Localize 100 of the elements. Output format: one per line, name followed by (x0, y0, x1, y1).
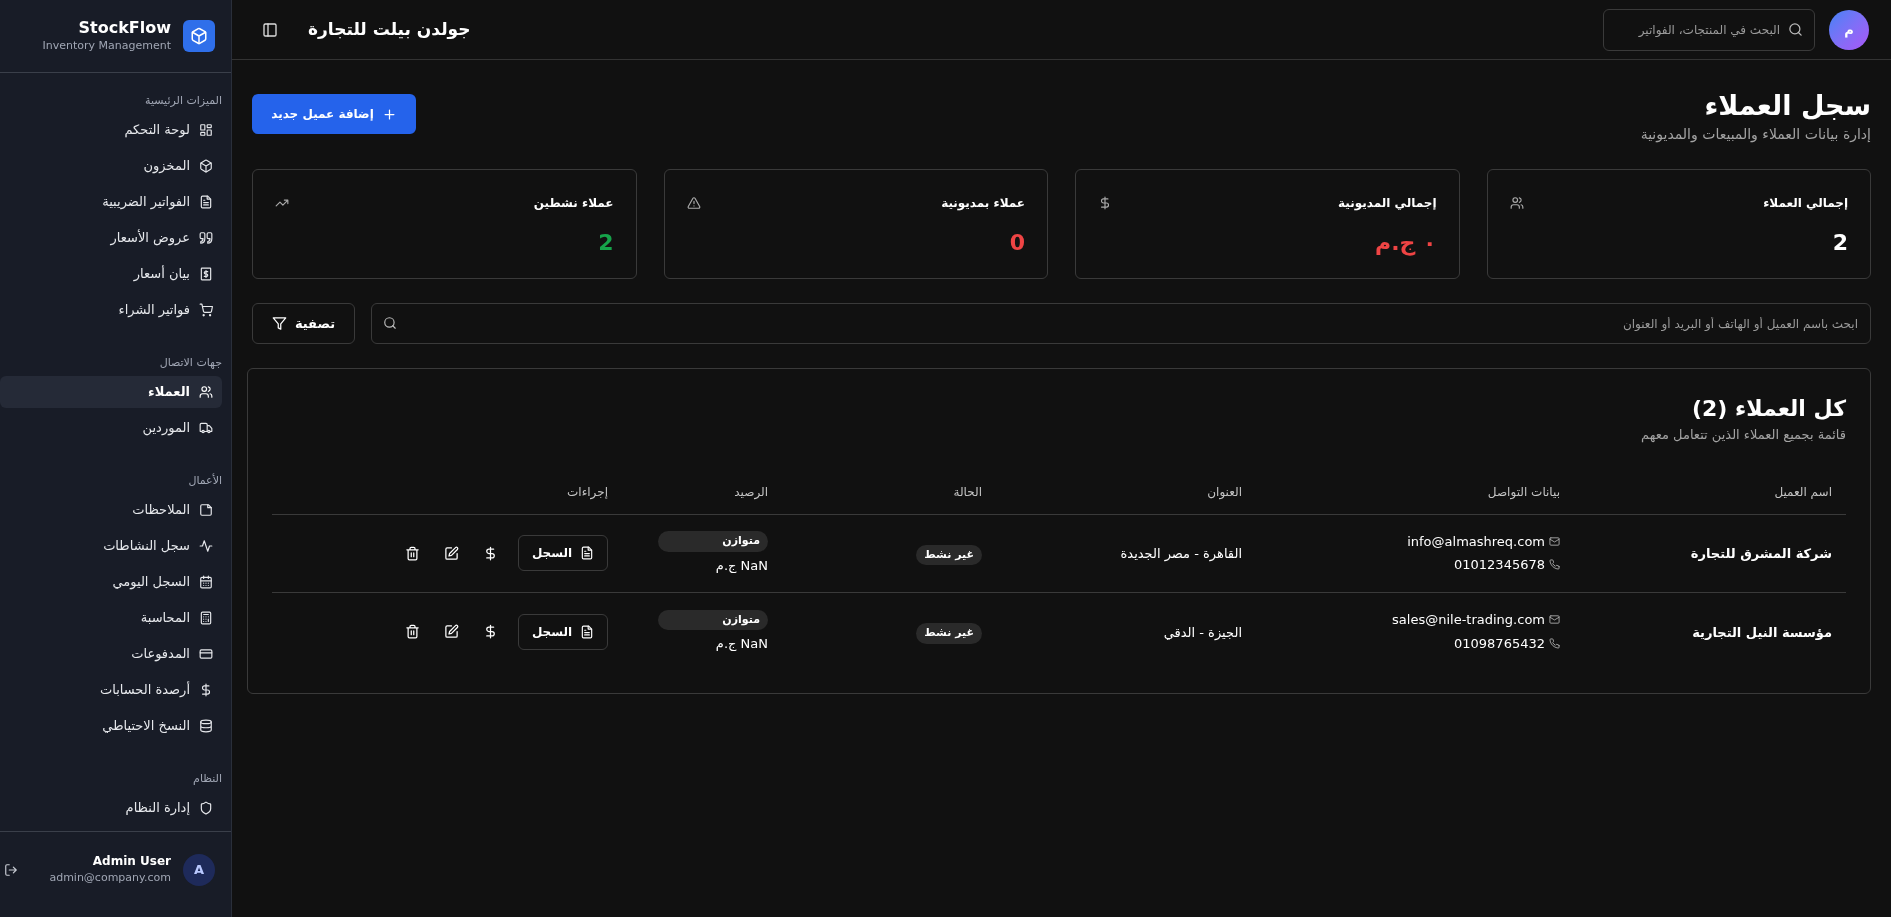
stat-value: 0 (1009, 230, 1025, 255)
nav-item[interactable]: السجل اليومي (0, 566, 222, 598)
customer-name: مؤسسة النيل التجارية (1692, 624, 1832, 640)
edit-button[interactable] (444, 545, 459, 561)
payment-button[interactable] (483, 624, 498, 639)
customer-email: info@almashreq.com (1407, 532, 1545, 551)
table-title: كل العملاء (2) (1690, 395, 1846, 423)
section-label: الميزات الرئيسية (144, 92, 223, 109)
quote-icon (199, 231, 213, 245)
calculator-icon (199, 611, 213, 625)
filter-button[interactable]: تصفية (252, 303, 355, 344)
nav-item[interactable]: المدفوعات (0, 638, 222, 670)
edit-icon (444, 545, 459, 561)
customer-name: شركة المشرق للتجارة (1690, 546, 1832, 561)
grid-icon (199, 123, 213, 137)
page-title: سجل العملاء (1703, 89, 1871, 123)
card-icon (199, 647, 213, 661)
user-avatar: A (183, 853, 215, 886)
dollar-icon (483, 624, 498, 639)
stat-label: عملاء نشطين (533, 195, 614, 212)
warning-icon (686, 196, 701, 210)
status-badge: غير نشط (916, 544, 982, 566)
edit-icon (444, 624, 459, 639)
nav-item[interactable]: النسخ الاحتياطي (0, 710, 222, 742)
receipt-icon (199, 267, 213, 281)
delete-button[interactable] (405, 545, 420, 561)
brand-tagline: Inventory Management (42, 37, 171, 54)
users-icon (1509, 196, 1524, 210)
nav-item[interactable]: أرصدة الحسابات (0, 674, 222, 706)
page-subtitle: إدارة بيانات العملاء والمبيعات والمديونية (1640, 125, 1871, 145)
nav-item[interactable]: فواتير الشراء (0, 294, 222, 326)
document-icon (580, 546, 595, 560)
mail-icon (1549, 614, 1560, 626)
company-title: جولدن بيلت للتجارة (308, 17, 471, 41)
column-header: إجراءات (567, 485, 608, 499)
search-field[interactable]: البحث في المنتجات، الفواتير (1603, 8, 1815, 51)
nav-item[interactable]: الملاحظات (0, 494, 222, 526)
document-icon (199, 195, 213, 209)
add-customer-button[interactable]: إضافة عميل جديد (252, 94, 416, 134)
database-icon (199, 719, 213, 733)
payment-button[interactable] (483, 545, 498, 561)
dollar-icon (199, 683, 213, 697)
section-label: جهات الاتصال (158, 354, 223, 371)
note-icon (199, 503, 213, 517)
truck-icon (199, 421, 213, 435)
column-header: الرصيد (734, 485, 768, 499)
log-button[interactable]: السجل (518, 535, 608, 571)
nav-item[interactable]: الفواتير الضريبية (0, 186, 222, 218)
column-header: العنوان (1207, 485, 1242, 499)
balance-amount: NaN ج.م (715, 556, 768, 575)
cart-icon (199, 303, 213, 317)
stat-value: 2 (598, 230, 614, 255)
stat-value: ٠ ج.م (1375, 230, 1437, 255)
phone-icon (1549, 637, 1560, 649)
sidebar-toggle-icon (262, 21, 278, 38)
document-icon (580, 624, 595, 639)
nav-item[interactable]: العملاء (0, 376, 222, 408)
nav-item[interactable]: المخزون (0, 150, 222, 182)
calendar-icon (199, 575, 213, 589)
sidebar-toggle-button[interactable] (262, 21, 278, 38)
dollar-icon (1098, 196, 1112, 210)
status-badge: غير نشط (916, 623, 982, 644)
edit-button[interactable] (444, 624, 459, 639)
dollar-icon (483, 545, 498, 561)
pulse-icon (199, 539, 213, 553)
logout-icon (4, 862, 18, 877)
user-name: Admin User (92, 853, 171, 871)
nav-item[interactable]: المحاسبة (0, 602, 222, 634)
mail-icon (1549, 535, 1560, 547)
column-header: الحالة (953, 485, 982, 499)
brand-name: StockFlow (78, 17, 171, 38)
plus-icon (381, 106, 397, 122)
package-icon (199, 159, 213, 173)
user-avatar[interactable]: م (1829, 9, 1869, 50)
trash-icon (405, 545, 420, 561)
user-email: admin@company.com (49, 870, 171, 887)
stat-label: عملاء بمديونية (941, 195, 1025, 212)
nav-item[interactable]: إدارة النظام (0, 792, 222, 824)
nav-item[interactable]: بيان أسعار (0, 258, 222, 290)
logout-button[interactable] (4, 862, 18, 877)
users-icon (199, 385, 213, 399)
nav-item[interactable]: سجل النشاطات (0, 530, 222, 562)
delete-button[interactable] (405, 624, 420, 639)
table-subtitle: قائمة بجميع العملاء الذين تتعامل معهم (1640, 426, 1846, 445)
nav-item[interactable]: لوحة التحكم (0, 114, 222, 146)
log-button[interactable]: السجل (518, 613, 608, 650)
column-header: بيانات التواصل (1487, 485, 1560, 499)
column-header: اسم العميل (1774, 485, 1832, 499)
filter-icon (271, 316, 287, 331)
package-icon (190, 27, 208, 45)
customer-phone: 01098765432 (1454, 634, 1545, 653)
balance-badge: متوازن (658, 609, 768, 630)
balance-amount: NaN ج.م (715, 635, 768, 653)
stat-label: إجمالي العملاء (1763, 195, 1848, 212)
search-icon (1788, 21, 1803, 37)
nav-item[interactable]: الموردين (0, 412, 222, 444)
nav-item[interactable]: عروض الأسعار (0, 222, 222, 254)
trash-icon (405, 624, 420, 639)
shield-icon (199, 801, 213, 815)
section-label: النظام (192, 770, 223, 787)
